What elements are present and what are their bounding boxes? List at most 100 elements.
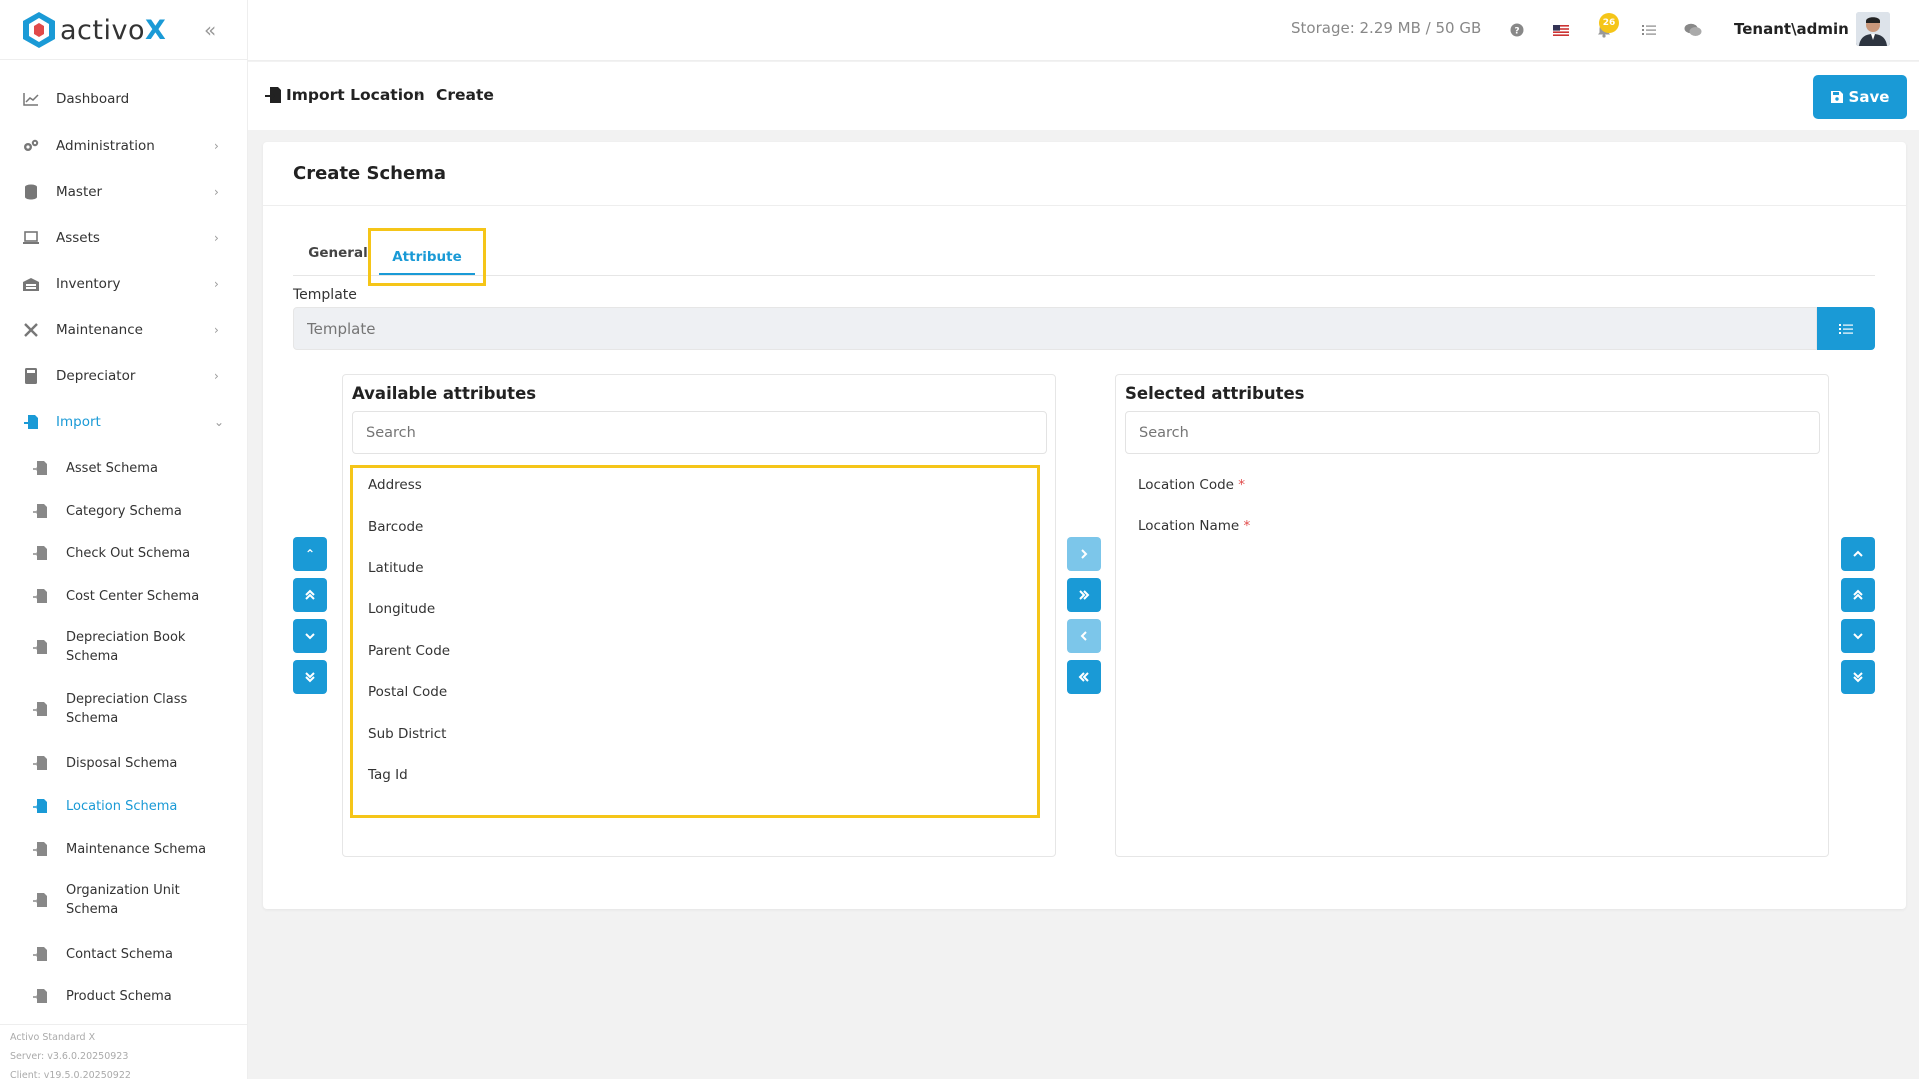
double-chevron-up-icon bbox=[1853, 589, 1863, 600]
list-item[interactable]: Longitude bbox=[368, 601, 435, 617]
move-bottom-button[interactable] bbox=[1841, 660, 1875, 694]
remove-selected-button[interactable] bbox=[1067, 619, 1101, 653]
move-down-button[interactable] bbox=[1841, 619, 1875, 653]
sidebar-item-depreciator[interactable]: Depreciator › bbox=[0, 356, 248, 396]
tab-attribute[interactable]: Attribute bbox=[368, 228, 486, 286]
page-title: Create Schema bbox=[293, 163, 447, 184]
chevron-right-icon: › bbox=[214, 185, 219, 199]
required-marker: * bbox=[1243, 518, 1251, 534]
sidebar-subitem-contact-schema[interactable]: Contact Schema bbox=[0, 944, 248, 964]
chevron-down-icon bbox=[305, 633, 315, 640]
double-chevron-right-icon bbox=[1079, 590, 1090, 600]
app-logo[interactable]: activoX bbox=[22, 12, 166, 48]
move-down-button[interactable] bbox=[293, 619, 327, 653]
sidebar-item-dashboard[interactable]: Dashboard bbox=[0, 79, 248, 119]
sidebar-item-label: Administration bbox=[56, 138, 155, 154]
sidebar-item-maintenance[interactable]: Maintenance › bbox=[0, 310, 248, 350]
list-item[interactable]: Postal Code bbox=[368, 684, 447, 700]
svg-text:?: ? bbox=[1514, 27, 1519, 37]
list-item[interactable]: Location Code * bbox=[1138, 477, 1245, 493]
list-item[interactable]: Parent Code bbox=[368, 643, 450, 659]
task-list-icon[interactable] bbox=[1638, 19, 1660, 41]
sidebar-subitem-cost-center-schema[interactable]: Cost Center Schema bbox=[0, 586, 248, 606]
sidebar-item-import[interactable]: Import ⌄ bbox=[0, 402, 248, 442]
template-input[interactable] bbox=[293, 307, 1817, 350]
move-bottom-button[interactable] bbox=[293, 660, 327, 694]
sidebar-subitem-disposal-schema[interactable]: Disposal Schema bbox=[0, 753, 248, 773]
sidebar-item-master[interactable]: Master › bbox=[0, 172, 248, 212]
available-attributes-list: Address Barcode Latitude Longitude Paren… bbox=[350, 465, 1040, 818]
selected-attributes-title: Selected attributes bbox=[1125, 384, 1305, 403]
remove-all-button[interactable] bbox=[1067, 660, 1101, 694]
chat-icon[interactable] bbox=[1682, 19, 1704, 41]
chevron-right-icon: › bbox=[214, 231, 219, 245]
sidebar-subitem-product-schema[interactable]: Product Schema bbox=[0, 986, 248, 1006]
save-button[interactable]: Save bbox=[1813, 75, 1907, 119]
page-toolbar: Import Location › Create Save bbox=[248, 62, 1919, 130]
sidebar-item-assets[interactable]: Assets › bbox=[0, 218, 248, 258]
chevron-left-icon bbox=[1080, 631, 1087, 641]
chevron-up-icon bbox=[1853, 550, 1863, 557]
move-up-button[interactable] bbox=[1841, 537, 1875, 571]
list-item[interactable]: Address bbox=[368, 477, 422, 493]
file-import-icon bbox=[33, 756, 47, 770]
us-flag-icon[interactable] bbox=[1550, 19, 1572, 41]
server-version: Server: v3.6.0.20250923 bbox=[10, 1051, 129, 1062]
file-import-icon bbox=[33, 947, 47, 961]
add-all-button[interactable] bbox=[1067, 578, 1101, 612]
tab-bar: General Attribute bbox=[293, 228, 1875, 286]
chevron-right-icon: › bbox=[416, 86, 422, 102]
sidebar-item-label: Assets bbox=[56, 230, 100, 246]
list-item[interactable]: Barcode bbox=[368, 519, 423, 535]
chevron-up-icon: ⌃ bbox=[304, 547, 316, 561]
sidebar-item-label: Depreciator bbox=[56, 368, 136, 384]
sidebar-subitem-depreciation-book-schema[interactable]: Depreciation Book Schema bbox=[0, 628, 248, 666]
sidebar-subitem-category-schema[interactable]: Category Schema bbox=[0, 501, 248, 521]
divider bbox=[0, 59, 248, 60]
double-chevron-left-icon bbox=[1078, 672, 1089, 682]
sidebar-subitem-asset-schema[interactable]: Asset Schema bbox=[0, 458, 248, 478]
file-import-icon bbox=[33, 546, 47, 560]
file-import-icon bbox=[33, 842, 47, 856]
available-attributes-title: Available attributes bbox=[352, 384, 537, 403]
sidebar: activoX « Dashboard Administration › Mas… bbox=[0, 0, 248, 1079]
storage-usage: Storage: 2.29 MB / 50 GB bbox=[1291, 19, 1482, 37]
user-name[interactable]: Tenant\admin bbox=[1734, 20, 1849, 38]
move-up-button[interactable]: ⌃ bbox=[293, 537, 327, 571]
list-item[interactable]: Latitude bbox=[368, 560, 424, 576]
sidebar-item-inventory[interactable]: Inventory › bbox=[0, 264, 248, 304]
list-item[interactable]: Sub District bbox=[368, 726, 446, 742]
file-import-icon bbox=[33, 799, 47, 813]
sidebar-subitem-location-schema[interactable]: Location Schema bbox=[0, 796, 248, 816]
sidebar-subitem-check-out-schema[interactable]: Check Out Schema bbox=[0, 543, 248, 563]
sidebar-subitem-label: Depreciation Book Schema bbox=[66, 630, 186, 664]
calculator-icon bbox=[22, 367, 40, 385]
sidebar-subitem-organization-unit-schema[interactable]: Organization Unit Schema bbox=[0, 881, 248, 919]
available-search-input[interactable] bbox=[352, 411, 1047, 454]
template-picker-button[interactable] bbox=[1817, 307, 1875, 350]
help-icon[interactable]: ? bbox=[1506, 19, 1528, 41]
chart-line-icon bbox=[22, 90, 40, 108]
move-top-button[interactable] bbox=[1841, 578, 1875, 612]
selected-search-input[interactable] bbox=[1125, 411, 1820, 454]
list-item[interactable]: Location Name * bbox=[1138, 518, 1250, 534]
collapse-sidebar-icon[interactable]: « bbox=[204, 18, 216, 42]
double-chevron-down-icon bbox=[305, 672, 315, 683]
sidebar-subitem-label: Category Schema bbox=[66, 503, 182, 519]
list-item[interactable]: Tag Id bbox=[368, 767, 408, 783]
sidebar-subitem-depreciation-class-schema[interactable]: Depreciation Class Schema bbox=[0, 690, 248, 728]
double-chevron-down-icon bbox=[1853, 672, 1863, 683]
breadcrumb-import-location[interactable]: Import Location bbox=[286, 86, 425, 104]
sidebar-item-label: Maintenance bbox=[56, 322, 143, 338]
avatar[interactable] bbox=[1856, 12, 1890, 46]
template-label: Template bbox=[293, 287, 357, 303]
logo-text: activoX bbox=[60, 14, 167, 46]
sidebar-subitem-maintenance-schema[interactable]: Maintenance Schema bbox=[0, 839, 248, 859]
move-top-button[interactable] bbox=[293, 578, 327, 612]
add-selected-button[interactable] bbox=[1067, 537, 1101, 571]
active-tab-indicator bbox=[379, 273, 475, 275]
file-import-icon bbox=[33, 989, 47, 1003]
chevron-down-icon: ⌄ bbox=[214, 415, 225, 429]
divider bbox=[263, 205, 1906, 206]
sidebar-item-administration[interactable]: Administration › bbox=[0, 126, 248, 166]
